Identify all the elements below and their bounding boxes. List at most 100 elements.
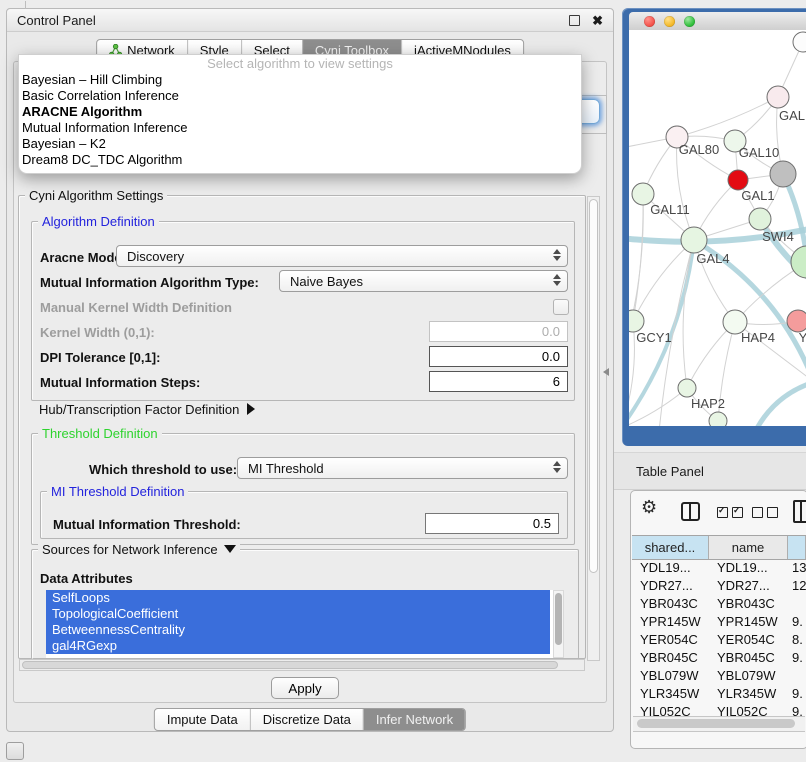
- table-cell: YDL19...: [709, 559, 788, 577]
- network-node-n-gray[interactable]: [770, 161, 796, 187]
- table-cell: YBR043C: [632, 595, 709, 613]
- algorithm-option-dream8-dc-tdc-algorithm[interactable]: Dream8 DC_TDC Algorithm: [19, 152, 581, 168]
- table-row[interactable]: YBR045CYBR045C9.: [632, 649, 806, 667]
- table-cell: YPR145W: [709, 613, 788, 631]
- select-all-checkboxes-icon[interactable]: [717, 507, 743, 518]
- network-node-y[interactable]: [787, 310, 806, 332]
- table-cell: YLR345W: [709, 685, 788, 703]
- network-node-gal4[interactable]: [681, 227, 707, 253]
- mi-threshold-label: Mutual Information Threshold:: [53, 517, 241, 532]
- hub-section-toggle[interactable]: Hub/Transcription Factor Definition: [39, 402, 255, 417]
- attributes-scrollbar[interactable]: [553, 590, 564, 658]
- mi-algorithm-type-combobox[interactable]: Naive Bayes: [279, 270, 568, 292]
- bottom-tabs: Impute DataDiscretize Data Infer Network: [154, 708, 466, 731]
- sources-group-toggle[interactable]: Sources for Network Inference: [38, 542, 240, 557]
- network-node-label: Y: [799, 330, 806, 345]
- table-cell: YDR27...: [632, 577, 709, 595]
- column-header-name[interactable]: name: [709, 536, 788, 559]
- network-node-gcy1[interactable]: [629, 310, 644, 332]
- gear-icon[interactable]: ⚙: [641, 497, 657, 518]
- algorithm-popup-items: Bayesian – Hill ClimbingBasic Correlatio…: [19, 72, 581, 168]
- table-cell: YLR345W: [632, 685, 709, 703]
- network-node-gal1[interactable]: [728, 170, 748, 190]
- table-row[interactable]: YDR27...YDR27...12: [632, 577, 806, 595]
- mi-steps-field[interactable]: [429, 371, 568, 392]
- cyni-algorithm-settings-label: Cyni Algorithm Settings: [25, 188, 167, 203]
- settings-horizontal-scrollbar[interactable]: [19, 659, 585, 671]
- network-edge[interactable]: [629, 388, 687, 426]
- network-node-hap2[interactable]: [678, 379, 696, 397]
- network-node-n-biggreen[interactable]: [791, 246, 806, 278]
- close-traffic-light[interactable]: [644, 16, 655, 27]
- column-header-shared[interactable]: shared...: [632, 536, 709, 559]
- network-node-gal[interactable]: [767, 86, 789, 108]
- zoom-traffic-light[interactable]: [684, 16, 695, 27]
- table-row[interactable]: YBL079WYBL079W: [632, 667, 806, 685]
- window-tab-sliver: [15, 1, 26, 9]
- mi-threshold-definition-group: MI Threshold Definition Mutual Informati…: [40, 491, 568, 539]
- which-threshold-combobox[interactable]: MI Threshold: [237, 457, 568, 479]
- attributes-scrollbar-thumb[interactable]: [555, 593, 562, 645]
- subtab-infer-network[interactable]: Infer Network: [363, 709, 465, 730]
- table-row[interactable]: YPR145WYPR145W9.: [632, 613, 806, 631]
- bottom-corner-icon[interactable]: [6, 742, 24, 760]
- network-canvas[interactable]: GALGAL80GAL10GAL1GAL11SWI4GAL4GCY1HAP4YH…: [629, 30, 806, 426]
- attribute-item-gal4rgexp[interactable]: gal4RGexp: [46, 638, 550, 654]
- stepper-icon: [553, 249, 561, 261]
- dpi-tolerance-field[interactable]: [429, 346, 568, 367]
- network-edge[interactable]: [677, 97, 778, 137]
- attribute-item-topologicalcoefficient[interactable]: TopologicalCoefficient: [46, 606, 550, 622]
- algorithm-option-mutual-information-inference[interactable]: Mutual Information Inference: [19, 120, 581, 136]
- table-row[interactable]: YLR345WYLR345W9.: [632, 685, 806, 703]
- kernel-width-label: Kernel Width (0,1):: [40, 325, 155, 340]
- deselect-all-checkboxes-icon[interactable]: [752, 507, 778, 518]
- table-panel-strip: Table Panel: [614, 452, 806, 490]
- table-header-row: shared...name: [632, 535, 806, 560]
- table-row[interactable]: YBR043CYBR043C: [632, 595, 806, 613]
- network-graph[interactable]: GALGAL80GAL10GAL1GAL11SWI4GAL4GCY1HAP4YH…: [629, 30, 806, 426]
- table-cell: YBR043C: [709, 595, 788, 613]
- network-edge[interactable]: [755, 382, 806, 426]
- float-window-icon[interactable]: [569, 15, 580, 26]
- column-header-partial[interactable]: [788, 536, 806, 559]
- attribute-item-selfloops[interactable]: SelfLoops: [46, 590, 550, 606]
- control-panel-title: Control Panel: [17, 13, 569, 28]
- algorithm-option-aracne-algorithm[interactable]: ARACNE Algorithm: [19, 104, 581, 120]
- network-node-n-top[interactable]: [793, 32, 806, 52]
- subtab-impute-data[interactable]: Impute Data: [155, 709, 250, 730]
- algorithm-option-bayesian-k2[interactable]: Bayesian – K2: [19, 136, 581, 152]
- tab-label: Infer Network: [376, 712, 453, 727]
- kernel-width-field[interactable]: [429, 321, 568, 342]
- attribute-item-betweennesscentrality[interactable]: BetweennessCentrality: [46, 622, 550, 638]
- table-row[interactable]: YDL19...YDL19...13: [632, 559, 806, 577]
- minimize-traffic-light[interactable]: [664, 16, 675, 27]
- manual-kernel-label: Manual Kernel Width Definition: [40, 300, 232, 315]
- close-icon[interactable]: ✖: [592, 14, 603, 27]
- network-node-swi4[interactable]: [749, 208, 771, 230]
- algorithm-option-basic-correlation-inference[interactable]: Basic Correlation Inference: [19, 88, 581, 104]
- table-grid-icon[interactable]: [793, 500, 806, 523]
- settings-vertical-scrollbar-thumb[interactable]: [589, 199, 598, 573]
- table-horizontal-scrollbar[interactable]: [633, 716, 805, 732]
- apply-button[interactable]: Apply: [271, 677, 339, 699]
- threshold-definition-group: Threshold Definition Which threshold to …: [31, 433, 575, 545]
- network-node-n-bot[interactable]: [709, 412, 727, 426]
- cyni-algorithm-settings-group: Cyni Algorithm Settings Algorithm Defini…: [18, 195, 586, 659]
- settings-horizontal-scrollbar-thumb[interactable]: [22, 661, 558, 669]
- hub-section-label: Hub/Transcription Factor Definition: [39, 402, 239, 417]
- aracne-mode-combobox[interactable]: Discovery: [116, 245, 568, 267]
- screen: Control Panel ✖ NetworkStyleSelectCyni T…: [0, 0, 806, 762]
- table-row[interactable]: YER054CYER054C8.: [632, 631, 806, 649]
- table-cell: YBR045C: [632, 649, 709, 667]
- mi-threshold-field[interactable]: [425, 513, 559, 534]
- panel-splitter-arrow-icon[interactable]: [603, 368, 609, 376]
- manual-kernel-checkbox[interactable]: [553, 299, 569, 315]
- algorithm-definition-group: Algorithm Definition Aracne Mode: Discov…: [31, 221, 575, 401]
- algorithm-option-bayesian-hill-climbing[interactable]: Bayesian – Hill Climbing: [19, 72, 581, 88]
- split-columns-icon[interactable]: [681, 502, 700, 521]
- settings-vertical-scrollbar[interactable]: [587, 196, 600, 661]
- subtab-discretize-data[interactable]: Discretize Data: [250, 709, 363, 730]
- table-cell: YER054C: [709, 631, 788, 649]
- table-horizontal-scrollbar-thumb[interactable]: [637, 719, 795, 728]
- network-node-label: HAP2: [691, 396, 725, 411]
